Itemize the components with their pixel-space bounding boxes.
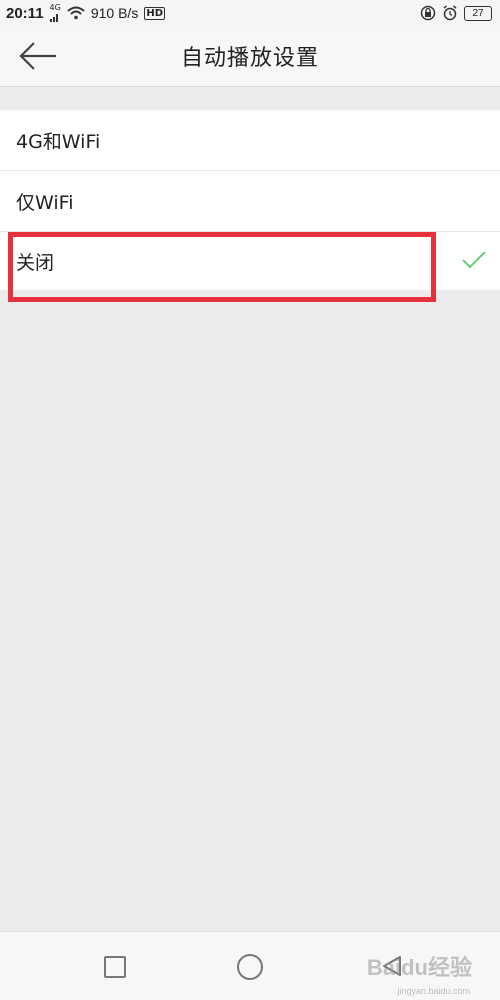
autoplay-options-list: 4G和WiFi 仅WiFi 关闭 <box>0 110 500 290</box>
watermark-url: jingyan.baidu.com <box>397 986 470 996</box>
hd-badge: HD <box>144 6 165 20</box>
watermark-logo: Baidu经验 <box>366 955 472 980</box>
option-wifi-only[interactable]: 仅WiFi <box>0 171 500 232</box>
status-time: 20:11 <box>6 4 44 22</box>
system-navigation-bar: Baidu经验 jingyan.baidu.com <box>0 931 500 1000</box>
wifi-icon <box>67 6 85 20</box>
home-button[interactable] <box>237 954 263 980</box>
option-label: 4G和WiFi <box>16 130 101 153</box>
battery-indicator: 27 <box>464 5 492 21</box>
page-title: 自动播放设置 <box>180 46 319 71</box>
network-speed: 910 B/s <box>90 5 139 21</box>
lock-rotation-icon <box>420 5 436 21</box>
network-type-indicator: 4G <box>49 4 61 22</box>
checkmark-icon <box>462 251 486 269</box>
option-label: 仅WiFi <box>16 191 74 214</box>
recent-apps-button[interactable] <box>104 956 126 978</box>
signal-icon <box>49 14 58 22</box>
status-bar: 20:11 4G 910 B/s HD 27 <box>0 0 500 26</box>
option-label: 关闭 <box>16 251 55 274</box>
header-bar: 自动播放设置 <box>0 26 500 87</box>
alarm-icon <box>443 5 457 21</box>
option-4g-and-wifi[interactable]: 4G和WiFi <box>0 110 500 171</box>
option-off[interactable]: 关闭 <box>0 232 500 290</box>
